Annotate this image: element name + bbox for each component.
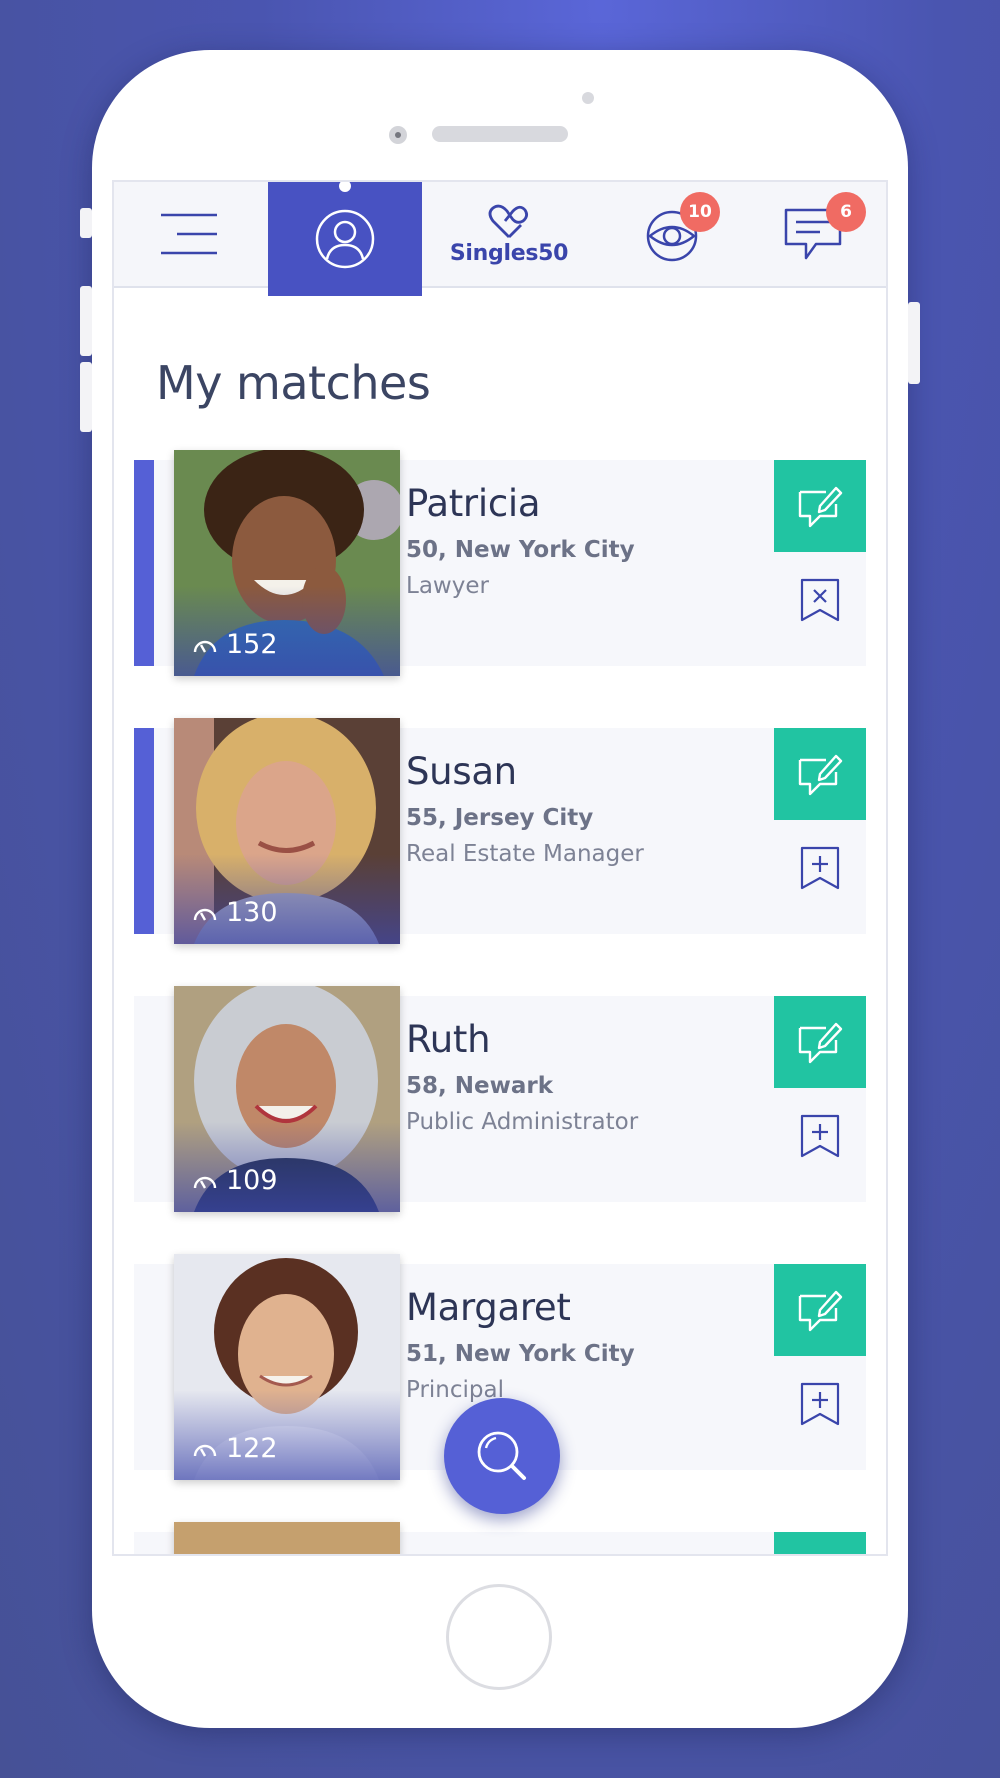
app-logo[interactable]: Singles50 <box>434 182 584 286</box>
match-age-location: 58, Newark <box>406 1073 554 1099</box>
match-score: 130 <box>192 897 278 928</box>
match-name: Margaret <box>406 1286 571 1329</box>
match-score-value: 122 <box>226 1433 278 1464</box>
search-icon <box>477 1431 526 1480</box>
match-name: Patricia <box>406 482 541 525</box>
match-card[interactable]: 130 Susan 55, Jersey City Real Estate Ma… <box>134 718 866 944</box>
menu-button[interactable] <box>134 182 244 286</box>
bookmark-add-icon <box>800 1382 840 1426</box>
heart-infinity-logo-icon <box>488 204 528 238</box>
speedometer-icon <box>193 1176 217 1189</box>
match-score: 152 <box>192 629 278 660</box>
phone-volume-up <box>80 286 92 356</box>
match-name: Ruth <box>406 1018 491 1061</box>
match-score-value: 130 <box>226 897 278 928</box>
match-occupation: Real Estate Manager <box>406 841 644 867</box>
messages-count-badge: 6 <box>826 192 866 232</box>
match-name: Susan <box>406 750 517 793</box>
phone-speaker <box>432 126 568 142</box>
match-card[interactable] <box>134 1522 866 1554</box>
top-navigation-bar: Singles50 10 6 <box>114 182 886 296</box>
compose-message-icon <box>798 1022 843 1064</box>
send-message-button[interactable] <box>774 460 866 552</box>
compose-message-icon <box>798 486 843 528</box>
match-photo[interactable] <box>174 1522 400 1554</box>
add-bookmark-button[interactable] <box>794 842 846 894</box>
phone-volume-down <box>80 362 92 432</box>
speedometer-icon <box>193 640 217 653</box>
compose-message-icon <box>798 1290 843 1332</box>
match-photo[interactable]: 109 <box>174 986 400 1212</box>
speedometer-icon <box>193 908 217 921</box>
match-score: 109 <box>192 1165 278 1196</box>
match-photo[interactable]: 130 <box>174 718 400 944</box>
phone-sensor <box>582 92 594 104</box>
phone-power-button <box>908 302 920 384</box>
match-score-value: 152 <box>226 629 278 660</box>
views-count-badge: 10 <box>680 192 720 232</box>
send-message-button[interactable] <box>774 1264 866 1356</box>
user-profile-icon <box>315 209 375 269</box>
match-age-location: 55, Jersey City <box>406 805 594 831</box>
phone-mute-switch <box>80 208 92 238</box>
match-info: Ruth 58, Newark Public Administrator <box>406 1018 638 1135</box>
match-score: 122 <box>192 1433 278 1464</box>
match-score-value: 109 <box>226 1165 278 1196</box>
page-title: My matches <box>156 356 431 410</box>
active-tab-indicator <box>339 182 351 192</box>
match-card[interactable]: 109 Ruth 58, Newark Public Administrator <box>134 986 866 1212</box>
bookmark-add-icon <box>800 846 840 890</box>
remove-bookmark-button[interactable] <box>794 574 846 626</box>
match-age-location: 51, New York City <box>406 1341 635 1367</box>
match-occupation: Lawyer <box>406 573 489 599</box>
match-info: Susan 55, Jersey City Real Estate Manage… <box>406 750 644 867</box>
profile-tab[interactable] <box>268 182 422 296</box>
search-button[interactable] <box>444 1398 560 1514</box>
match-card[interactable]: 152 Patricia 50, New York City Lawyer <box>134 450 866 676</box>
speedometer-icon <box>193 1444 217 1457</box>
compose-message-icon <box>798 754 843 796</box>
phone-front-camera <box>389 126 407 144</box>
add-bookmark-button[interactable] <box>794 1110 846 1162</box>
app-screen: Singles50 10 6 My matches 152 Patricia 5… <box>112 180 888 1556</box>
send-message-button[interactable] <box>774 996 866 1088</box>
bookmark-add-icon <box>800 1114 840 1158</box>
match-age-location: 50, New York City <box>406 537 635 563</box>
match-info: Patricia 50, New York City Lawyer <box>406 482 635 599</box>
messages-button[interactable]: 6 <box>754 182 874 286</box>
phone-home-button[interactable] <box>446 1584 552 1690</box>
hamburger-menu-icon <box>161 213 217 255</box>
add-bookmark-button[interactable] <box>794 1378 846 1430</box>
brand-name: Singles50 <box>449 240 569 266</box>
match-photo[interactable]: 122 <box>174 1254 400 1480</box>
bookmark-remove-icon <box>800 578 840 622</box>
match-occupation: Principal <box>406 1377 505 1403</box>
profile-views-button[interactable]: 10 <box>614 182 734 286</box>
match-occupation: Public Administrator <box>406 1109 639 1135</box>
send-message-button[interactable] <box>774 728 866 820</box>
match-info: Margaret 51, New York City Principal <box>406 1286 635 1403</box>
send-message-button[interactable] <box>774 1532 866 1554</box>
match-photo[interactable]: 152 <box>174 450 400 676</box>
